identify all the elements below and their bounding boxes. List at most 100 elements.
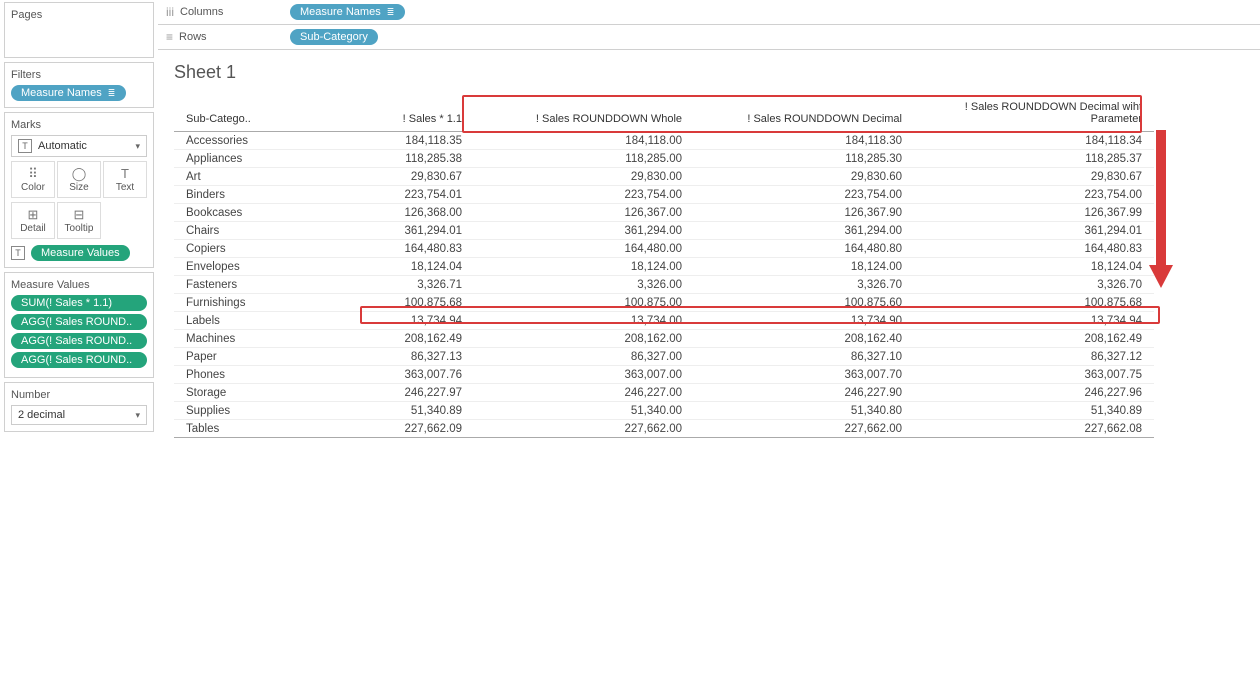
cell-value: 227,662.09 [294,420,474,438]
row-category: Envelopes [174,258,294,276]
columns-shelf[interactable]: iii Columns Measure Names ≣ [158,0,1260,24]
cell-value: 51,340.89 [914,402,1154,420]
cell-value: 118,285.00 [474,150,694,168]
cell-value: 208,162.40 [694,330,914,348]
cell-value: 363,007.76 [294,366,474,384]
table-row[interactable]: Fasteners3,326.713,326.003,326.703,326.7… [174,276,1154,294]
marks-label: Marks [11,119,147,131]
table-row[interactable]: Art29,830.6729,830.0029,830.6029,830.67 [174,168,1154,186]
cell-value: 18,124.00 [474,258,694,276]
cell-value: 227,662.08 [914,420,1154,438]
cell-value: 223,754.00 [694,186,914,204]
table-row[interactable]: Machines208,162.49208,162.00208,162.4020… [174,330,1154,348]
cell-value: 126,367.90 [694,204,914,222]
sheet-area[interactable]: Sheet 1 Sub-Catego.. ! Sales * 1.1 ! Sal… [158,50,1260,691]
row-category: Bookcases [174,204,294,222]
cell-value: 208,162.49 [914,330,1154,348]
parameter-dropdown[interactable]: 2 decimal ▾ [11,405,147,425]
marks-measure-values-pill[interactable]: Measure Values [31,245,130,261]
table-row[interactable]: Bookcases126,368.00126,367.00126,367.901… [174,204,1154,222]
cell-value: 164,480.00 [474,240,694,258]
table-row[interactable]: Tables227,662.09227,662.00227,662.00227,… [174,420,1154,438]
cell-value: 164,480.80 [694,240,914,258]
columns-icon: iii [166,5,174,19]
parameter-value: 2 decimal [18,409,65,421]
data-table: Sub-Catego.. ! Sales * 1.1 ! Sales ROUND… [174,97,1154,438]
rows-shelf[interactable]: ≡ Rows Sub-Category [158,24,1260,49]
row-category: Machines [174,330,294,348]
measure-value-pill[interactable]: AGG(! Sales ROUND.. [11,314,147,330]
marks-card: Marks T Automatic ▾ ⠿Color ◯Size TText ⊞… [4,112,154,268]
color-icon: ⠿ [12,166,54,182]
cell-value: 86,327.13 [294,348,474,366]
measure-value-pill[interactable]: AGG(! Sales ROUND.. [11,352,147,368]
text-mark-icon: T [11,246,25,260]
sort-icon: ≣ [387,7,396,18]
main-area: iii Columns Measure Names ≣ ≡ Rows Sub-C… [158,0,1260,691]
cell-value: 223,754.01 [294,186,474,204]
marks-color-button[interactable]: ⠿Color [11,161,55,198]
table-row[interactable]: Chairs361,294.01361,294.00361,294.00361,… [174,222,1154,240]
row-category: Fasteners [174,276,294,294]
cell-value: 51,340.89 [294,402,474,420]
col-header-rounddown-whole[interactable]: ! Sales ROUNDDOWN Whole [474,97,694,132]
col-header-subcategory[interactable]: Sub-Catego.. [174,97,294,132]
rows-pill-subcategory[interactable]: Sub-Category [290,29,378,45]
cell-value: 223,754.00 [474,186,694,204]
automatic-icon: T [18,139,32,153]
col-header-rounddown-decimal[interactable]: ! Sales ROUNDDOWN Decimal [694,97,914,132]
cell-value: 29,830.67 [914,168,1154,186]
rows-pill-label: Sub-Category [300,31,368,43]
table-row[interactable]: Supplies51,340.8951,340.0051,340.8051,34… [174,402,1154,420]
table-row[interactable]: Phones363,007.76363,007.00363,007.70363,… [174,366,1154,384]
cell-value: 363,007.75 [914,366,1154,384]
detail-icon: ⊞ [12,207,54,223]
measure-value-pill[interactable]: AGG(! Sales ROUND.. [11,333,147,349]
sort-icon: ≣ [108,88,117,99]
cell-value: 246,227.96 [914,384,1154,402]
pages-shelf[interactable]: Pages [4,2,154,58]
marks-detail-button[interactable]: ⊞Detail [11,202,55,239]
row-category: Chairs [174,222,294,240]
cell-value: 3,326.00 [474,276,694,294]
table-row[interactable]: Storage246,227.97246,227.00246,227.90246… [174,384,1154,402]
cell-value: 246,227.90 [694,384,914,402]
row-category: Labels [174,312,294,330]
table-row[interactable]: Envelopes18,124.0418,124.0018,124.0018,1… [174,258,1154,276]
table-row[interactable]: Labels13,734.9413,734.0013,734.9013,734.… [174,312,1154,330]
cell-value: 227,662.00 [694,420,914,438]
marks-size-button[interactable]: ◯Size [57,161,101,198]
marks-type-value: Automatic [38,140,87,152]
row-category: Copiers [174,240,294,258]
filters-pill-measure-names[interactable]: Measure Names ≣ [11,85,126,101]
table-row[interactable]: Binders223,754.01223,754.00223,754.00223… [174,186,1154,204]
marks-text-button[interactable]: TText [103,161,147,198]
cell-value: 13,734.90 [694,312,914,330]
table-row[interactable]: Appliances118,285.38118,285.00118,285.30… [174,150,1154,168]
col-header-rounddown-decimal-param[interactable]: ! Sales ROUNDDOWN Decimal wiht Parameter [914,97,1154,132]
marks-type-dropdown[interactable]: T Automatic ▾ [11,135,147,157]
cell-value: 118,285.38 [294,150,474,168]
row-category: Storage [174,384,294,402]
filters-shelf[interactable]: Filters Measure Names ≣ [4,62,154,108]
row-category: Accessories [174,132,294,150]
table-row[interactable]: Paper86,327.1386,327.0086,327.1086,327.1… [174,348,1154,366]
cell-value: 164,480.83 [914,240,1154,258]
table-body: Accessories184,118.35184,118.00184,118.3… [174,132,1154,438]
marks-tooltip-button[interactable]: ⊟Tooltip [57,202,101,239]
col-header-sales11[interactable]: ! Sales * 1.1 [294,97,474,132]
table-row[interactable]: Furnishings100,875.68100,875.00100,875.6… [174,294,1154,312]
cell-value: 184,118.35 [294,132,474,150]
mv-pill-list: SUM(! Sales * 1.1) AGG(! Sales ROUND.. AGG… [11,295,147,368]
table-row[interactable]: Accessories184,118.35184,118.00184,118.3… [174,132,1154,150]
text-icon: T [104,166,146,182]
cell-value: 86,327.00 [474,348,694,366]
cell-value: 126,368.00 [294,204,474,222]
measure-value-pill[interactable]: SUM(! Sales * 1.1) [11,295,147,311]
cell-value: 100,875.68 [294,294,474,312]
table-row[interactable]: Copiers164,480.83164,480.00164,480.80164… [174,240,1154,258]
cell-value: 361,294.00 [474,222,694,240]
parameter-card: Number 2 decimal ▾ [4,382,154,432]
columns-pill-measure-names[interactable]: Measure Names ≣ [290,4,405,20]
cell-value: 29,830.60 [694,168,914,186]
